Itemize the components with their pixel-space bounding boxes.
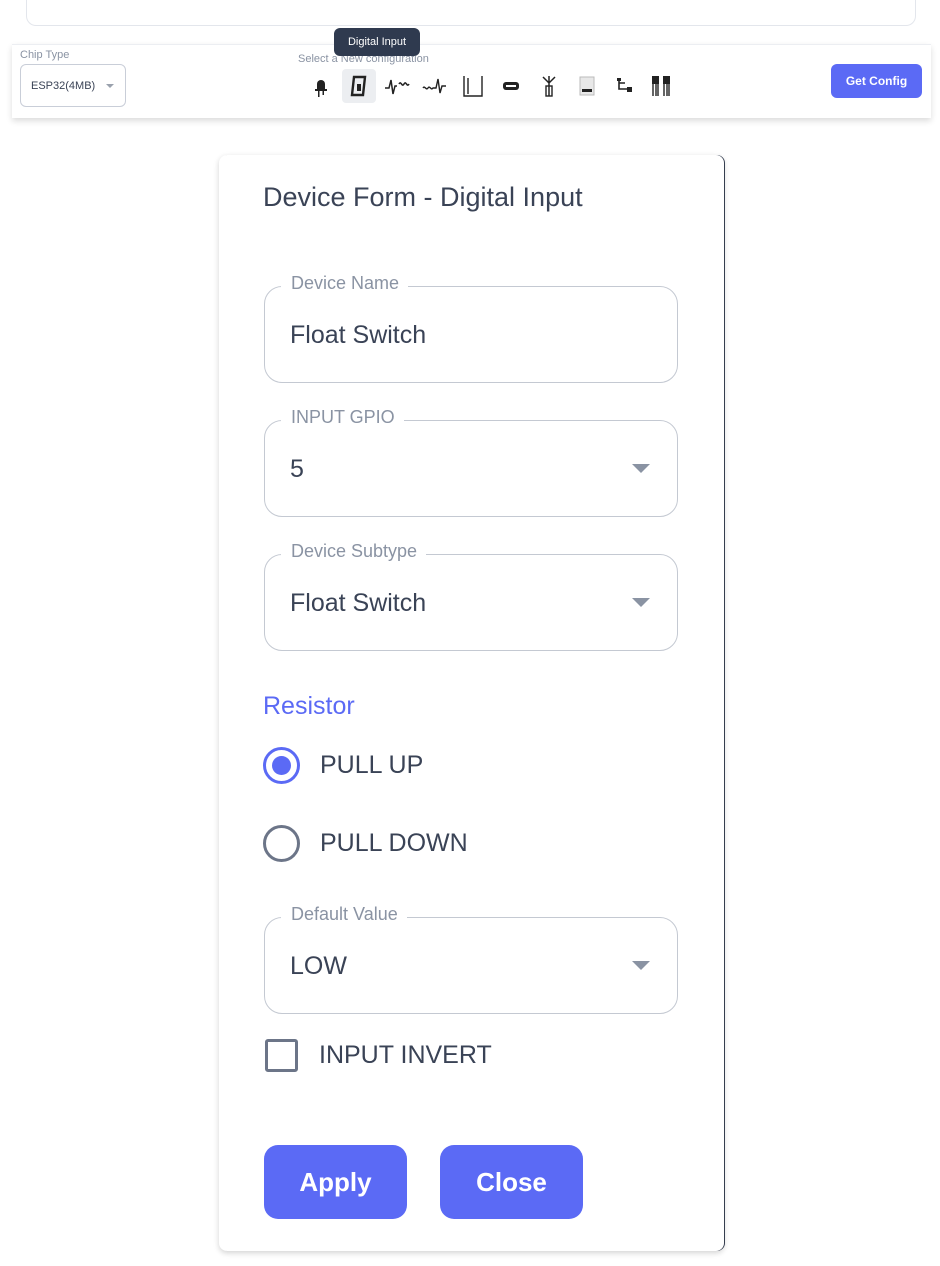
chip-type-select[interactable]: ESP32(4MB) (20, 64, 126, 107)
input-gpio-select[interactable]: INPUT GPIO 5 (264, 407, 678, 517)
radio-checked-icon (263, 747, 300, 784)
default-value-label: Default Value (281, 904, 407, 925)
apply-button[interactable]: Apply (264, 1145, 407, 1219)
device-type-icons (304, 69, 680, 103)
chip-type-value: ESP32(4MB) (31, 79, 96, 92)
input-invert-label: INPUT INVERT (319, 1041, 492, 1069)
device-name-value: Float Switch (290, 321, 427, 349)
chevron-down-icon (106, 84, 114, 88)
get-config-button[interactable]: Get Config (831, 64, 922, 98)
led-icon[interactable] (304, 69, 338, 103)
resistor-label: Resistor (263, 692, 355, 720)
pulse-icon[interactable] (456, 69, 490, 103)
pull-down-label: PULL DOWN (320, 829, 468, 857)
device-name-label: Device Name (281, 273, 409, 294)
device-name-field[interactable]: Device Name Float Switch (264, 273, 678, 383)
input-gpio-value: 5 (290, 455, 304, 483)
multi-sensor-icon[interactable] (646, 69, 680, 103)
top-panel-edge (26, 0, 916, 26)
sensor-wave-icon[interactable] (418, 69, 452, 103)
analog-input-icon[interactable] (380, 69, 414, 103)
dropdown-arrow-icon (632, 464, 650, 473)
bus-icon[interactable] (570, 69, 604, 103)
pull-up-radio[interactable]: PULL UP (263, 747, 423, 784)
close-button[interactable]: Close (440, 1145, 583, 1219)
pull-down-radio[interactable]: PULL DOWN (263, 825, 468, 862)
module-icon[interactable] (494, 69, 528, 103)
input-invert-checkbox[interactable]: INPUT INVERT (265, 1039, 492, 1072)
device-subtype-select[interactable]: Device Subtype Float Switch (264, 541, 678, 651)
input-gpio-label: INPUT GPIO (281, 407, 404, 428)
pull-up-label: PULL UP (320, 751, 424, 779)
default-value-select[interactable]: Default Value LOW (264, 904, 678, 1014)
config-toolbar: Chip Type ESP32(4MB) Select a New config… (12, 28, 931, 118)
antenna-icon[interactable] (532, 69, 566, 103)
dropdown-arrow-icon (632, 598, 650, 607)
device-subtype-value: Float Switch (290, 589, 427, 617)
dropdown-arrow-icon (632, 961, 650, 970)
checkbox-unchecked-icon (265, 1039, 298, 1072)
relay-icon[interactable] (608, 69, 642, 103)
radio-unchecked-icon (263, 825, 300, 862)
device-subtype-label: Device Subtype (281, 541, 427, 562)
default-value-value: LOW (290, 952, 347, 980)
device-form-card: Device Form - Digital Input Device Name … (219, 155, 724, 1251)
form-title: Device Form - Digital Input (263, 182, 583, 212)
chip-type-label: Chip Type (20, 49, 70, 61)
digital-input-icon[interactable] (342, 69, 376, 103)
tooltip: Digital Input (334, 28, 420, 56)
